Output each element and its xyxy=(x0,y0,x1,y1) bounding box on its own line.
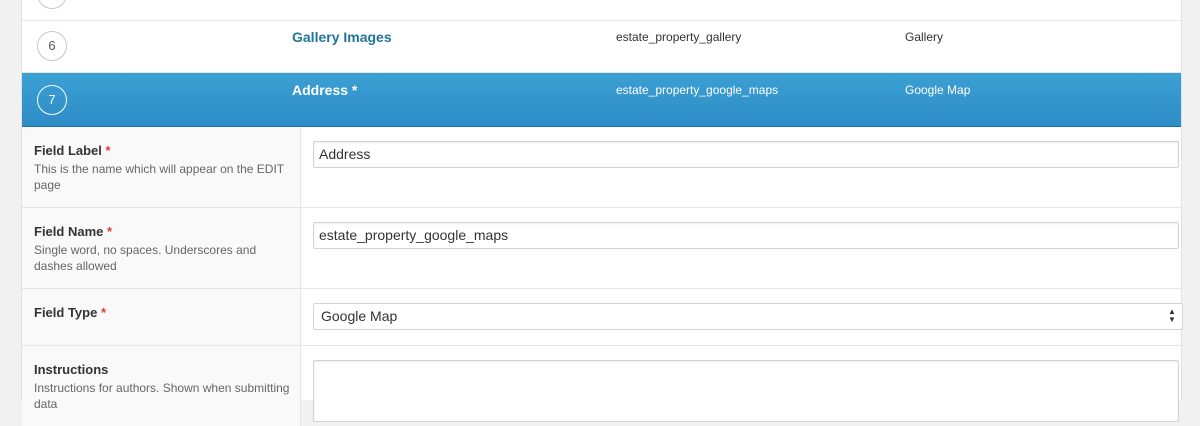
field-row-address-active[interactable]: 7 Address * estate_property_google_maps … xyxy=(22,73,1181,127)
setting-description: This is the name which will appear on th… xyxy=(34,162,284,192)
setting-label-column: Field Name * Single word, no spaces. Und… xyxy=(22,208,301,288)
select-updown-icon: ▲ ▼ xyxy=(1168,307,1176,324)
setting-title: Field Name * xyxy=(34,224,112,239)
order-badge xyxy=(37,0,67,9)
setting-field-type: Field Type * Google Map ▲ ▼ xyxy=(22,289,1183,346)
setting-instructions: Instructions Instructions for authors. S… xyxy=(22,346,1181,426)
setting-field-name: Field Name * Single word, no spaces. Und… xyxy=(22,208,1181,289)
required-marker: * xyxy=(100,305,107,320)
setting-title-text: Field Label xyxy=(34,143,102,158)
setting-title: Instructions xyxy=(34,362,109,377)
field-name-text: estate_property_google_maps xyxy=(616,83,779,97)
required-marker: * xyxy=(106,224,113,239)
setting-title-text: Field Type xyxy=(34,305,98,320)
order-badge: 6 xyxy=(37,31,67,61)
setting-label-column: Field Type * xyxy=(22,289,301,345)
field-settings-form: Field Label * This is the name which wil… xyxy=(22,127,1183,426)
setting-description: Single word, no spaces. Underscores and … xyxy=(34,243,257,273)
order-badge: 7 xyxy=(37,85,67,115)
setting-title: Field Label * xyxy=(34,143,111,158)
setting-title-text: Field Name xyxy=(34,224,104,239)
setting-title: Field Type * xyxy=(34,305,106,320)
field-row-partial[interactable] xyxy=(22,0,1181,21)
fields-panel: 6 Gallery Images estate_property_gallery… xyxy=(21,0,1183,426)
setting-label-column: Instructions Instructions for authors. S… xyxy=(22,346,301,426)
field-row-gallery-images[interactable]: 6 Gallery Images estate_property_gallery… xyxy=(22,21,1181,73)
required-marker: * xyxy=(105,143,111,158)
field-type-text: Google Map xyxy=(905,83,971,97)
field-label-link[interactable]: Gallery Images xyxy=(292,29,392,45)
field-name-text: estate_property_gallery xyxy=(616,30,742,44)
setting-label-column: Field Label * This is the name which wil… xyxy=(22,127,301,207)
instructions-textarea[interactable] xyxy=(313,360,1179,422)
field-label-link[interactable]: Address * xyxy=(292,82,357,98)
field-type-selected-value: Google Map xyxy=(321,308,398,324)
field-type-text: Gallery xyxy=(905,30,944,44)
field-type-select[interactable]: Google Map ▲ ▼ xyxy=(313,303,1183,330)
setting-description: Instructions for authors. Shown when sub… xyxy=(34,381,290,411)
setting-field-label: Field Label * This is the name which wil… xyxy=(22,127,1181,208)
field-label-input[interactable]: Address xyxy=(313,141,1179,168)
field-name-input[interactable]: estate_property_google_maps xyxy=(313,222,1179,249)
